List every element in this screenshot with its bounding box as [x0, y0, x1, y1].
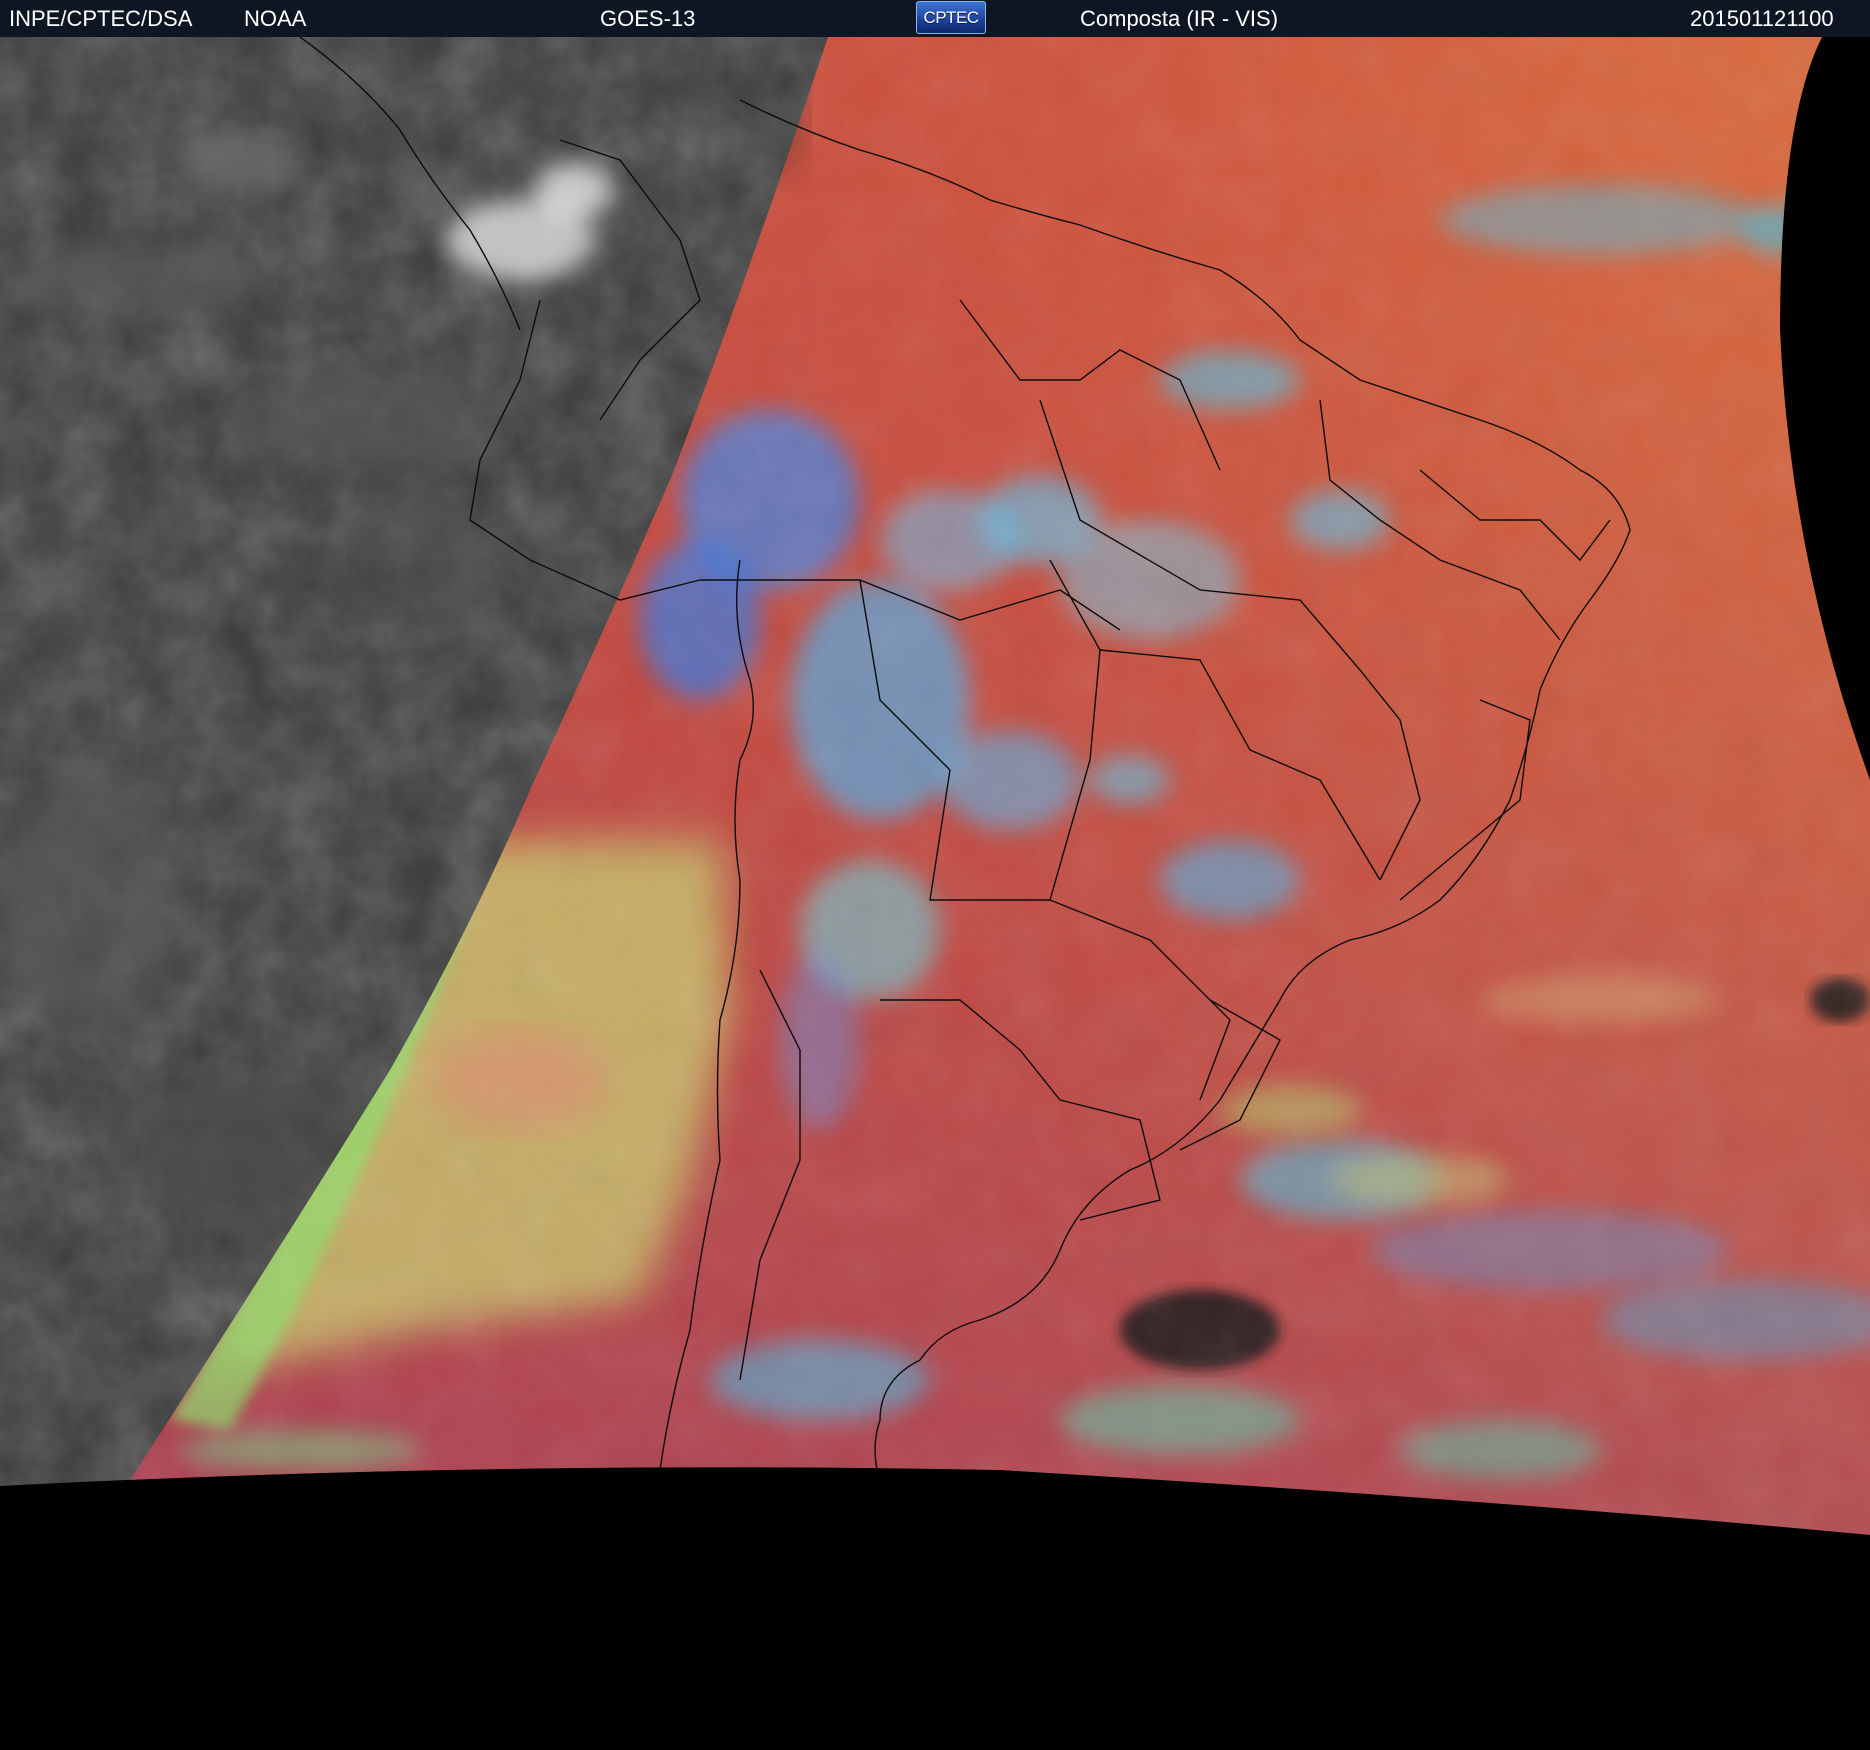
header-bar: INPE/CPTEC/DSA NOAA GOES-13 CPTEC Compos…: [0, 0, 1870, 37]
satellite-composite-map: [0, 37, 1870, 1750]
satellite-label: GOES-13: [600, 6, 696, 31]
product-label: Composta (IR - VIS): [1080, 6, 1279, 31]
timestamp-label: 201501121100: [1690, 6, 1834, 31]
agency-label: NOAA: [244, 6, 307, 31]
cptec-logo-text: CPTEC: [923, 8, 979, 27]
cptec-logo: CPTEC: [916, 1, 986, 34]
institution-label: INPE/CPTEC/DSA: [9, 6, 193, 31]
